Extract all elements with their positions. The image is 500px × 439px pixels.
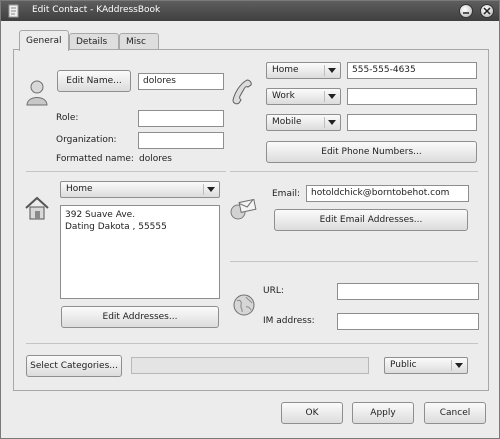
- globe-icon: [232, 293, 256, 320]
- name-field-value: dolores: [143, 76, 176, 86]
- window-title: Edit Contact - KAddressBook: [32, 5, 161, 15]
- edit-email-addresses-label: Edit Email Addresses...: [319, 215, 423, 225]
- divider: [230, 261, 478, 262]
- tab-details[interactable]: Details: [69, 33, 119, 50]
- email-field-value: hotoldchick@borntobehot.com: [311, 188, 450, 198]
- url-label: URL:: [263, 286, 284, 296]
- phone-type-1-value: Home: [272, 65, 299, 75]
- phone-type-2-value: Work: [272, 91, 295, 101]
- ok-button-label: OK: [305, 408, 319, 418]
- edit-contact-window: Edit Contact - KAddressBook General Deta…: [0, 0, 500, 439]
- select-categories-button[interactable]: Select Categories...: [26, 355, 122, 377]
- phone-number-field-1[interactable]: 555-555-4635: [347, 62, 477, 79]
- formatted-name-label: Formatted name:: [56, 154, 134, 164]
- divider: [230, 171, 478, 172]
- chevron-down-icon: [203, 184, 217, 195]
- role-field[interactable]: [138, 110, 224, 127]
- tab-misc-label: Misc: [126, 37, 146, 47]
- chevron-down-icon: [324, 91, 338, 102]
- address-line-1: 392 Suave Ave.: [65, 210, 136, 220]
- edit-name-button[interactable]: Edit Name...: [57, 70, 131, 92]
- edit-email-addresses-button[interactable]: Edit Email Addresses...: [274, 209, 468, 231]
- organization-label: Organization:: [56, 135, 117, 145]
- tab-details-label: Details: [76, 37, 108, 47]
- name-field[interactable]: dolores: [138, 73, 224, 90]
- phone-type-3-value: Mobile: [272, 117, 302, 127]
- select-categories-label: Select Categories...: [30, 361, 118, 371]
- formatted-name-value: dolores: [139, 154, 172, 164]
- apply-button-label: Apply: [370, 408, 396, 418]
- person-icon: [26, 80, 48, 109]
- divider: [26, 171, 226, 172]
- cancel-button[interactable]: Cancel: [424, 402, 486, 424]
- url-field[interactable]: [337, 283, 479, 300]
- tab-misc[interactable]: Misc: [119, 33, 159, 50]
- phone-type-select-2[interactable]: Work: [266, 88, 341, 105]
- envelope-icon: [229, 198, 257, 223]
- ok-button[interactable]: OK: [281, 402, 343, 424]
- phone-type-select-3[interactable]: Mobile: [266, 114, 341, 131]
- address-type-value: Home: [66, 184, 93, 194]
- phone-number-field-2[interactable]: [347, 88, 477, 105]
- phone-number-field-3[interactable]: [347, 114, 477, 131]
- phone-icon: [230, 78, 254, 109]
- address-type-select[interactable]: Home: [60, 181, 220, 198]
- kaddressbook-icon[interactable]: [7, 4, 21, 18]
- cancel-button-label: Cancel: [439, 408, 471, 418]
- categories-field: [131, 357, 369, 374]
- apply-button[interactable]: Apply: [352, 402, 414, 424]
- email-field[interactable]: hotoldchick@borntobehot.com: [306, 185, 469, 202]
- chevron-down-icon: [324, 65, 338, 76]
- email-label: Email:: [272, 189, 301, 199]
- chevron-down-icon: [451, 360, 465, 371]
- minimize-button[interactable]: [459, 4, 473, 18]
- phone-type-select-1[interactable]: Home: [266, 62, 341, 79]
- minimize-icon: [463, 12, 469, 14]
- im-address-field[interactable]: [337, 313, 479, 330]
- privacy-value: Public: [390, 360, 417, 370]
- edit-addresses-button[interactable]: Edit Addresses...: [61, 306, 219, 328]
- home-icon: [24, 196, 50, 223]
- role-label: Role:: [56, 113, 79, 123]
- edit-phone-numbers-button[interactable]: Edit Phone Numbers...: [266, 141, 477, 163]
- chevron-down-icon: [324, 117, 338, 128]
- close-button[interactable]: [480, 4, 494, 18]
- phone-number-1-value: 555-555-4635: [352, 65, 416, 75]
- privacy-select[interactable]: Public: [384, 357, 468, 374]
- edit-name-button-label: Edit Name...: [66, 76, 122, 86]
- address-line-2: Dating Dakota , 55555: [65, 222, 167, 232]
- general-tab-panel: Edit Name... dolores Role: Organization:…: [13, 49, 489, 391]
- title-bar[interactable]: Edit Contact - KAddressBook: [1, 1, 499, 21]
- address-display[interactable]: 392 Suave Ave. Dating Dakota , 55555: [60, 205, 220, 299]
- edit-phone-numbers-label: Edit Phone Numbers...: [321, 147, 422, 157]
- divider: [26, 343, 478, 344]
- tab-general[interactable]: General: [19, 30, 69, 51]
- tab-general-label: General: [26, 36, 62, 46]
- im-address-label: IM address:: [263, 316, 315, 326]
- edit-addresses-label: Edit Addresses...: [102, 312, 178, 322]
- close-icon: [483, 7, 491, 15]
- organization-field[interactable]: [138, 132, 224, 149]
